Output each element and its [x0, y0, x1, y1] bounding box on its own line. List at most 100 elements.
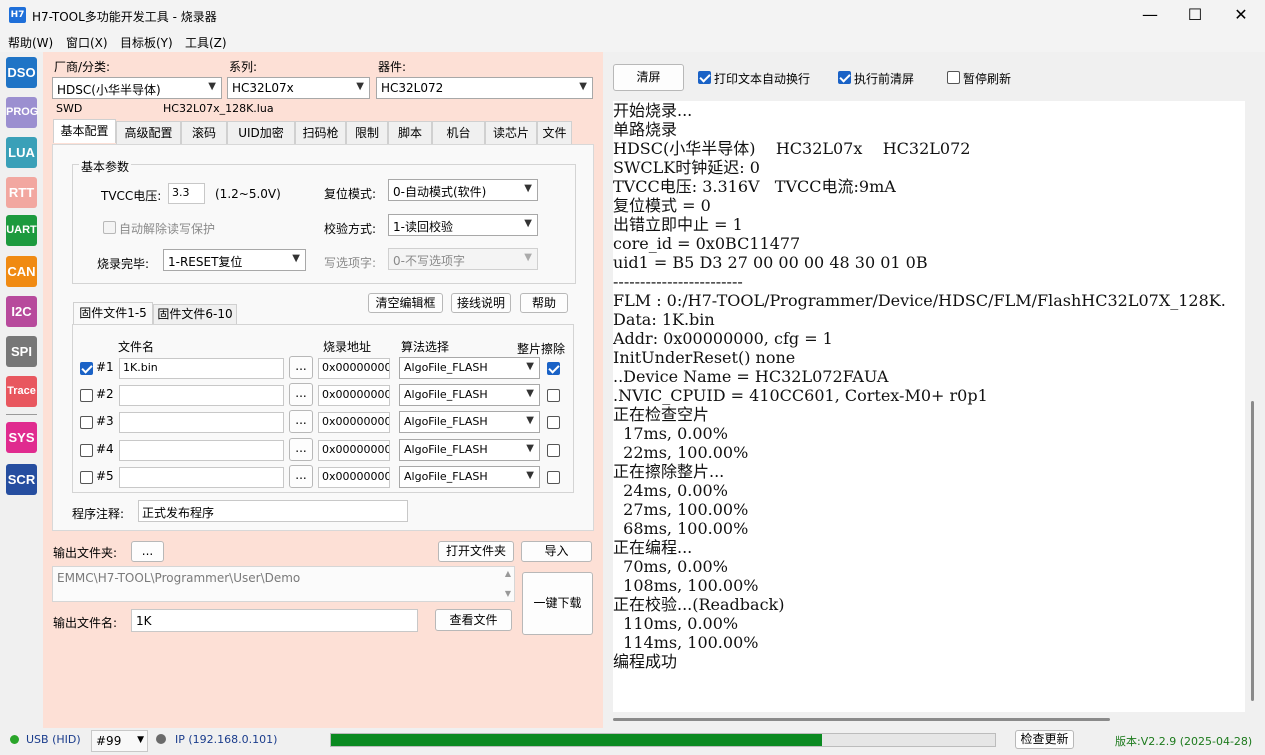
file-1-algorithm-select[interactable]: AlgoFile_FLASH ▼ — [399, 357, 540, 379]
file-1-erase-checkbox[interactable] — [547, 362, 560, 375]
tvcc-input[interactable]: 3.3 — [168, 183, 205, 204]
console-vscroll-thumb[interactable] — [1251, 401, 1254, 701]
file-5-address-input[interactable]: 0x00000000 — [318, 467, 390, 488]
menu-window[interactable]: 窗口(X) — [66, 34, 108, 51]
help-button[interactable]: 帮助 — [520, 293, 568, 313]
one-key-download-button[interactable]: 一键下载 — [522, 572, 593, 635]
menu-help[interactable]: 帮助(W) — [8, 34, 53, 51]
sidebar-can-button[interactable]: CAN — [6, 256, 37, 287]
file-4-erase-checkbox[interactable] — [547, 444, 560, 457]
file-4-algorithm-select[interactable]: AlgoFile_FLASH ▼ — [399, 439, 540, 461]
tab-read-chip[interactable]: 读芯片 — [485, 121, 537, 144]
open-folder-button[interactable]: 打开文件夹 — [438, 541, 514, 562]
scroll-down-icon[interactable]: ▼ — [505, 589, 511, 598]
vendor-select[interactable]: HDSC(小华半导体) ▼ — [52, 77, 222, 99]
pause-refresh-checkbox[interactable] — [947, 71, 960, 84]
file-3-browse-button[interactable]: ... — [289, 410, 313, 433]
console-line: 70ms, 0.00% — [613, 557, 728, 576]
tab-firmware-6-10[interactable]: 固件文件6-10 — [153, 304, 237, 324]
scroll-up-icon[interactable]: ▲ — [505, 569, 511, 578]
verify-select[interactable]: 1-读回校验 ▼ — [388, 214, 538, 236]
file-4-checkbox[interactable] — [80, 444, 93, 457]
file-5-erase-checkbox[interactable] — [547, 471, 560, 484]
menu-target-board[interactable]: 目标板(Y) — [120, 34, 173, 51]
console-line: Data: 1K.bin — [613, 310, 715, 329]
console-vscrollbar[interactable] — [1248, 101, 1265, 712]
tab-advanced-config[interactable]: 高级配置 — [116, 121, 181, 144]
file-2-algorithm-select[interactable]: AlgoFile_FLASH ▼ — [399, 384, 540, 406]
view-file-button[interactable]: 查看文件 — [435, 609, 512, 631]
clear-screen-button[interactable]: 清屏 — [613, 64, 684, 91]
auto-unlock-checkbox[interactable] — [103, 221, 116, 234]
console-hscroll-thumb[interactable] — [613, 718, 1110, 721]
tab-firmware-1-5[interactable]: 固件文件1-5 — [73, 302, 153, 324]
note-input[interactable]: 正式发布程序 — [138, 500, 408, 522]
file-5-checkbox[interactable] — [80, 471, 93, 484]
file-2-erase-checkbox[interactable] — [547, 389, 560, 402]
console-output[interactable]: 开始烧录... 单路烧录 HDSC(小华半导体) HC32L07x HC32L072… — [613, 101, 1245, 712]
file-4-browse-button[interactable]: ... — [289, 438, 313, 461]
output-folder-browse-button[interactable]: ... — [131, 541, 164, 562]
write-option-select[interactable]: 0-不写选项字 ▼ — [388, 248, 538, 270]
import-button[interactable]: 导入 — [521, 541, 592, 562]
file-2-checkbox[interactable] — [80, 389, 93, 402]
close-button[interactable]: ✕ — [1218, 0, 1264, 30]
file-1-checkbox[interactable] — [80, 362, 93, 375]
menu-tools[interactable]: 工具(Z) — [185, 34, 227, 51]
file-3-algorithm-select[interactable]: AlgoFile_FLASH ▼ — [399, 411, 540, 433]
done-select[interactable]: 1-RESET复位 ▼ — [163, 249, 306, 271]
file-4-name-input[interactable] — [119, 440, 284, 461]
console-line: .NVIC_CPUID = 410CC601, Cortex-M0+ r0p1 — [613, 386, 988, 405]
file-5-browse-button[interactable]: ... — [289, 465, 313, 488]
sidebar-scr-button[interactable]: SCR — [6, 464, 37, 495]
wiring-button[interactable]: 接线说明 — [451, 293, 511, 313]
part-label: 器件: — [378, 60, 407, 74]
sidebar-prog-button[interactable]: PROG — [6, 97, 38, 128]
file-2-address-input[interactable]: 0x00000000 — [318, 385, 390, 406]
file-1-address-input[interactable]: 0x00000000 — [318, 358, 390, 379]
sidebar-lua-button[interactable]: LUA — [6, 137, 37, 168]
part-select[interactable]: HC32L072 ▼ — [376, 77, 593, 99]
sidebar-dso-button[interactable]: DSO — [6, 57, 37, 88]
sidebar-uart-button[interactable]: UART — [6, 215, 37, 246]
sidebar-trace-button[interactable]: Trace — [6, 376, 37, 407]
reset-mode-select[interactable]: 0-自动模式(软件) ▼ — [388, 179, 538, 201]
file-3-erase-checkbox[interactable] — [547, 416, 560, 429]
chevron-down-icon: ▼ — [526, 361, 534, 372]
minimize-button[interactable]: — — [1127, 0, 1173, 30]
tab-uid-encrypt[interactable]: UID加密 — [227, 121, 295, 144]
clear-edit-button[interactable]: 清空编辑框 — [368, 293, 443, 313]
tab-rolling-code[interactable]: 滚码 — [181, 121, 227, 144]
sidebar-rtt-button[interactable]: RTT — [6, 177, 37, 208]
tab-script[interactable]: 脚本 — [388, 121, 432, 144]
check-update-button[interactable]: 检查更新 — [1015, 730, 1074, 749]
output-name-input[interactable]: 1K — [131, 609, 418, 632]
write-option-label: 写选项字: — [324, 256, 377, 270]
wrap-checkbox[interactable] — [698, 71, 711, 84]
console-line: 复位模式 = 0 — [613, 196, 711, 215]
sidebar-spi-button[interactable]: SPI — [6, 336, 37, 367]
file-1-name-input[interactable]: 1K.bin — [119, 358, 284, 379]
file-5-algorithm-select[interactable]: AlgoFile_FLASH ▼ — [399, 466, 540, 488]
file-5-name-input[interactable] — [119, 467, 284, 488]
file-2-name-input[interactable] — [119, 385, 284, 406]
console-hscrollbar[interactable] — [613, 715, 1245, 725]
sidebar-i2c-button[interactable]: I2C — [6, 296, 37, 327]
output-path-box[interactable]: EMMC\H7-TOOL\Programmer\User\Demo ▲ ▼ — [52, 566, 515, 602]
clear-before-checkbox[interactable] — [838, 71, 851, 84]
tab-file[interactable]: 文件 — [537, 121, 572, 144]
tab-limit[interactable]: 限制 — [346, 121, 388, 144]
file-1-browse-button[interactable]: ... — [289, 356, 313, 379]
sidebar-sys-button[interactable]: SYS — [6, 422, 37, 453]
tab-scanner[interactable]: 扫码枪 — [295, 121, 346, 144]
file-2-browse-button[interactable]: ... — [289, 383, 313, 406]
tab-machine[interactable]: 机台 — [432, 121, 485, 144]
file-3-name-input[interactable] — [119, 412, 284, 433]
file-3-checkbox[interactable] — [80, 416, 93, 429]
tab-basic-config[interactable]: 基本配置 — [53, 119, 116, 143]
maximize-button[interactable]: ☐ — [1172, 0, 1218, 30]
file-3-address-input[interactable]: 0x00000000 — [318, 412, 390, 433]
port-select[interactable]: #99 ▼ — [91, 730, 148, 752]
file-4-address-input[interactable]: 0x00000000 — [318, 440, 390, 461]
series-select[interactable]: HC32L07x ▼ — [227, 77, 370, 99]
